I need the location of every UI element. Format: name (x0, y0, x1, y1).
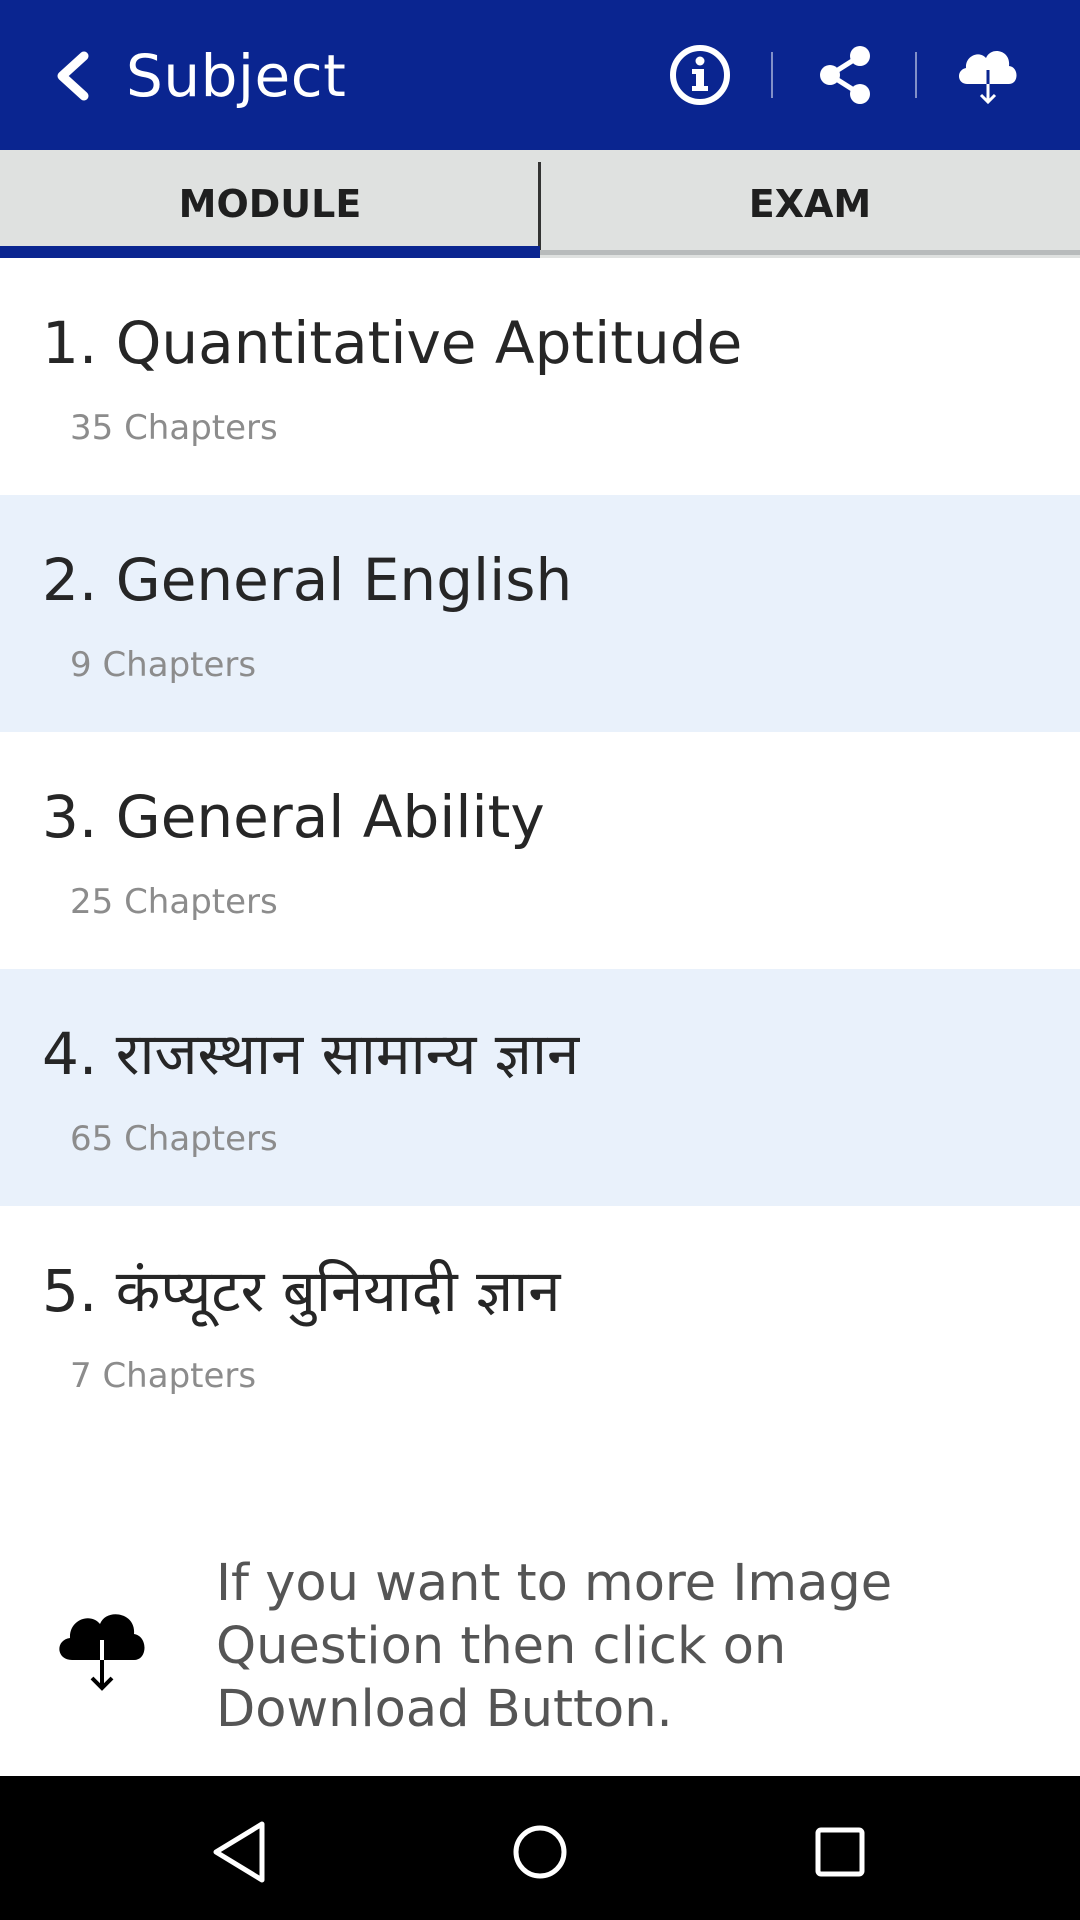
info-icon[interactable] (665, 40, 735, 110)
chapter-count: 7 Chapters (70, 1356, 257, 1396)
chapter-count: 65 Chapters (70, 1119, 278, 1159)
system-nav-bar (0, 1776, 1080, 1920)
list-item[interactable]: 2. General English 9 Chapters (0, 495, 1080, 732)
chapter-count: 9 Chapters (70, 645, 257, 685)
nav-recents-icon[interactable] (800, 1812, 880, 1892)
chapter-count: 35 Chapters (70, 408, 278, 448)
module-title: 4. राजस्थान सामान्य ज्ञान (42, 1020, 580, 1088)
module-title: 1. Quantitative Aptitude (42, 309, 743, 377)
module-title: 5. कंप्यूटर बुनियादी ज्ञान (42, 1257, 561, 1325)
back-icon[interactable] (50, 50, 94, 102)
module-list: 1. Quantitative Aptitude 35 Chapters 2. … (0, 258, 1080, 1443)
nav-back-icon[interactable] (200, 1812, 280, 1892)
cloud-download-icon (59, 1614, 145, 1691)
list-item[interactable]: 1. Quantitative Aptitude 35 Chapters (0, 258, 1080, 495)
chapter-count: 25 Chapters (70, 882, 278, 922)
list-item[interactable]: 4. राजस्थान सामान्य ज्ञान 65 Chapters (0, 969, 1080, 1206)
list-item[interactable]: 3. General Ability 25 Chapters (0, 732, 1080, 969)
tab-bar: MODULE EXAM (0, 150, 1080, 258)
action-divider (915, 52, 917, 98)
page-title: Subject (126, 42, 347, 110)
share-icon[interactable] (810, 40, 880, 110)
app-bar: Subject (0, 0, 1080, 150)
cloud-download-icon[interactable] (953, 40, 1023, 110)
module-title: 3. General Ability (42, 783, 545, 851)
action-divider (771, 52, 773, 98)
tab-selected-indicator (0, 246, 540, 258)
list-item[interactable]: 5. कंप्यूटर बुनियादी ज्ञान 7 Chapters (0, 1206, 1080, 1443)
module-title: 2. General English (42, 546, 573, 614)
tab-module[interactable]: MODULE (0, 150, 540, 258)
tab-exam[interactable]: EXAM (540, 150, 1080, 258)
download-banner[interactable]: If you want to more Image Question then … (0, 1540, 1080, 1776)
tab-underline (540, 250, 1080, 255)
banner-message: If you want to more Image Question then … (216, 1554, 893, 1739)
nav-home-icon[interactable] (500, 1812, 580, 1892)
